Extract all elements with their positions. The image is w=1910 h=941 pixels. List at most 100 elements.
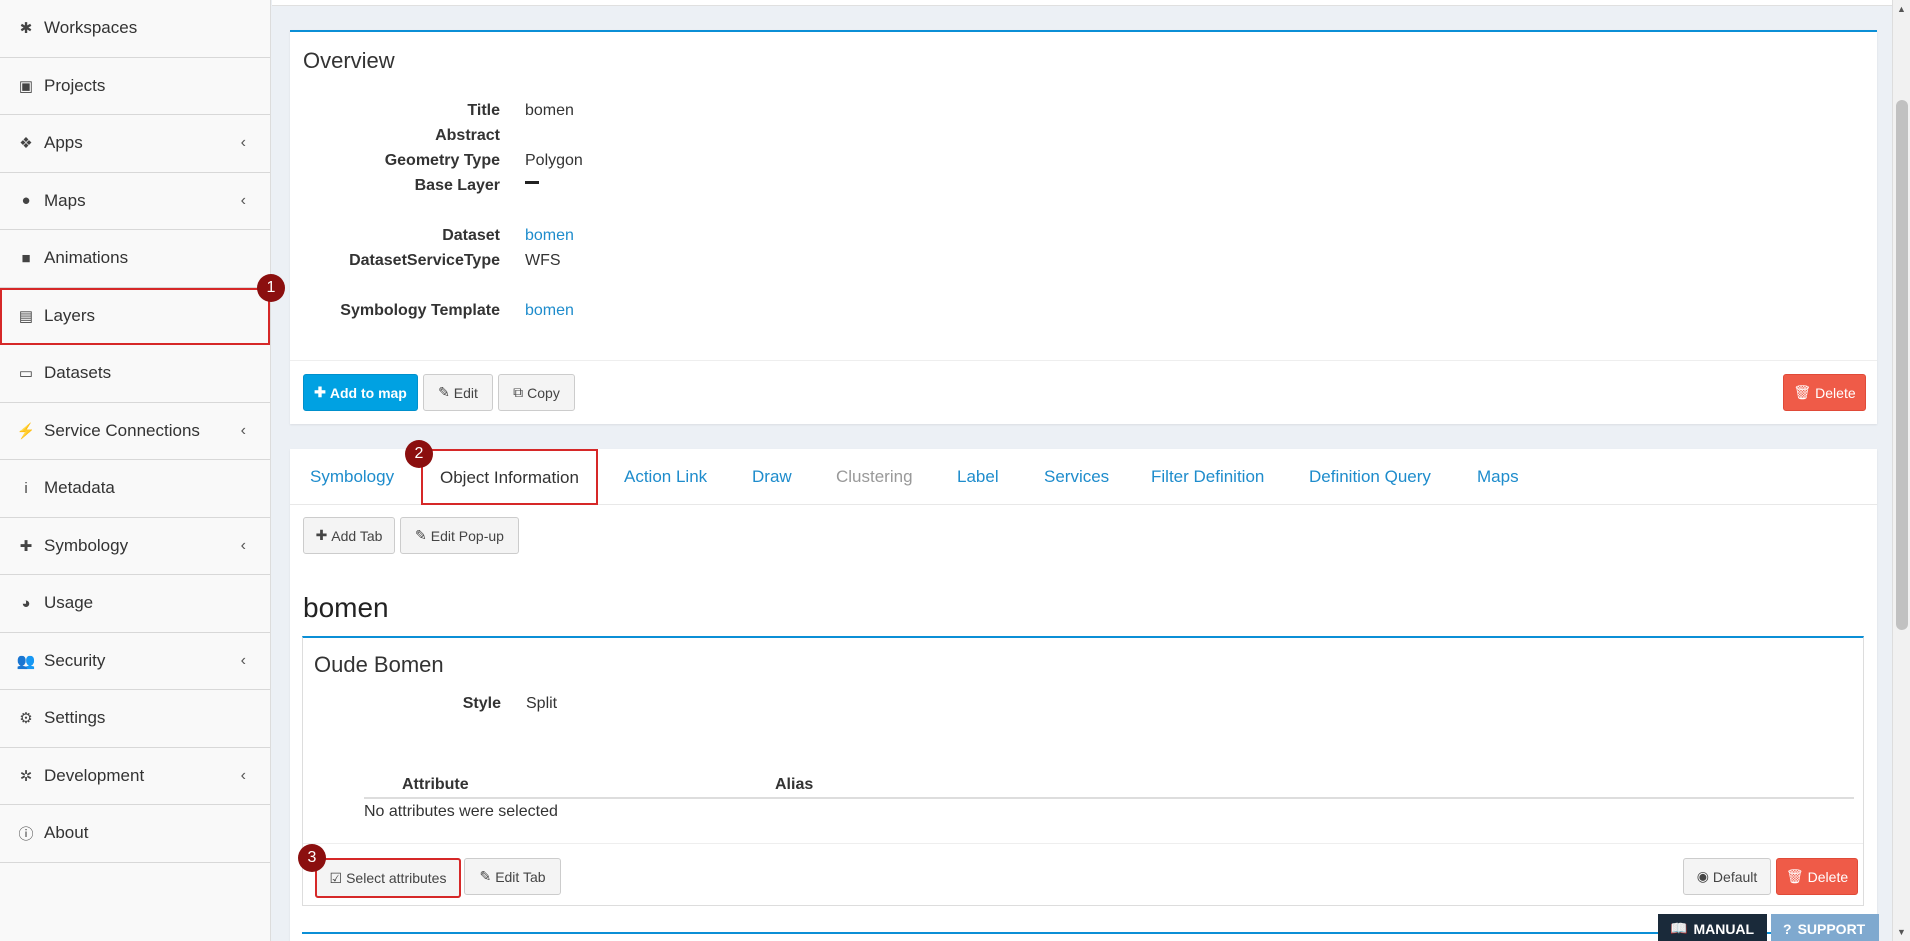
edit-button[interactable]: ✎ Edit — [423, 374, 493, 411]
dot-circle-icon: ◉ — [1696, 868, 1709, 884]
gear-icon: ⚙ — [19, 710, 33, 728]
sidebar-item-development[interactable]: ✲ Development ‹ — [0, 748, 270, 805]
tab-symbology[interactable]: Symbology — [310, 467, 394, 487]
panel-footer: ☑ Select attributes ✎ Edit Tab ◉ Default… — [303, 843, 1863, 907]
scroll-down-icon[interactable]: ▼ — [1897, 927, 1906, 937]
field-dataset-label: Dataset — [442, 227, 500, 244]
sidebar-item-label: Usage — [44, 593, 94, 613]
sidebar-item-symbology[interactable]: ✚ Symbology ‹ — [0, 518, 270, 575]
field-dataset: Dataset bomen — [290, 227, 574, 245]
manual-button[interactable]: 📖 MANUAL — [1658, 914, 1767, 941]
step-badge-3: 3 — [298, 844, 326, 872]
field-title: Title bomen — [290, 102, 574, 120]
check-square-icon: ☑ — [329, 869, 343, 886]
main-content: Overview Title bomen Abstract Geometry T… — [272, 0, 1892, 941]
tab-maps[interactable]: Maps — [1477, 467, 1519, 487]
tab-draw[interactable]: Draw — [752, 467, 792, 487]
sidebar-item-apps[interactable]: ❖ Apps ‹ — [0, 115, 270, 173]
chevron-left-icon: ‹ — [240, 651, 246, 669]
layer-tabs-panel: Symbology Object Information Action Link… — [290, 449, 1877, 941]
tab-definition-query[interactable]: Definition Query — [1309, 467, 1431, 487]
sidebar-item-label: Apps — [44, 133, 83, 153]
edit-popup-label: Edit Pop-up — [430, 527, 504, 544]
field-abstract: Abstract — [290, 127, 525, 145]
step-badge-1: 1 — [257, 274, 285, 302]
trash-icon: 🗑 — [1793, 384, 1812, 400]
edit-popup-button[interactable]: ✎ Edit Pop-up — [400, 517, 519, 554]
support-button[interactable]: ? SUPPORT — [1771, 914, 1879, 941]
field-style-label: Style — [462, 695, 501, 712]
sidebar-item-datasets[interactable]: ▭ Datasets — [0, 345, 270, 403]
sidebar-item-security[interactable]: 👥 Security ‹ — [0, 633, 270, 690]
field-title-value: bomen — [525, 102, 574, 119]
sidebar-item-about[interactable]: ⓘ About — [0, 805, 270, 863]
plus-icon: ✚ — [314, 384, 326, 400]
tab-label[interactable]: Label — [957, 467, 999, 487]
field-style: Style Split — [291, 695, 557, 713]
sidebar-item-label: Security — [44, 650, 106, 670]
scroll-up-icon[interactable]: ▲ — [1897, 4, 1906, 14]
tab-filter-definition[interactable]: Filter Definition — [1151, 467, 1264, 487]
scroll-thumb[interactable] — [1896, 100, 1908, 630]
sidebar-item-workspaces[interactable]: ✱ Workspaces — [0, 0, 270, 58]
field-style-value: Split — [526, 695, 558, 712]
edit-tab-button[interactable]: ✎ Edit Tab — [464, 858, 561, 895]
sidebar-item-settings[interactable]: ⚙ Settings — [0, 690, 270, 748]
edit-label: Edit — [453, 384, 478, 401]
pie-chart-icon: ◕ — [21, 594, 31, 612]
sidebar-item-service-connections[interactable]: ⚡ Service Connections ‹ — [0, 403, 270, 460]
sidebar-item-label: Settings — [44, 708, 106, 728]
field-geometry-label: Geometry Type — [384, 152, 500, 169]
sidebar-item-maps[interactable]: ● Maps ‹ — [0, 173, 270, 230]
chevron-left-icon: ‹ — [240, 766, 246, 784]
field-dst-label: DatasetServiceType — [349, 252, 500, 269]
field-geometry-type: Geometry Type Polygon — [290, 152, 583, 170]
select-attributes-button[interactable]: ☑ Select attributes — [315, 858, 461, 898]
tab-object-information[interactable]: Object Information — [421, 449, 598, 505]
tab-services[interactable]: Services — [1044, 467, 1109, 487]
chevron-left-icon: ‹ — [240, 134, 246, 152]
delete-tab-button[interactable]: 🗑 Delete — [1776, 858, 1858, 895]
sidebar-item-usage[interactable]: ◕ Usage — [0, 575, 270, 633]
minus-icon — [525, 181, 539, 185]
sidebar-item-label: Maps — [44, 190, 86, 210]
manual-label: MANUAL — [1693, 920, 1755, 937]
video-camera-icon: ■ — [21, 249, 31, 267]
copy-button[interactable]: ⧉ Copy — [498, 374, 575, 411]
overview-panel: Overview Title bomen Abstract Geometry T… — [290, 30, 1877, 424]
sidebar-item-animations[interactable]: ■ Animations — [0, 230, 270, 288]
field-title-label: Title — [467, 102, 500, 119]
sidebar-item-label: Metadata — [44, 478, 115, 498]
field-base-layer: Base Layer — [290, 177, 539, 195]
field-abstract-label: Abstract — [435, 127, 500, 144]
select-attributes-label: Select attributes — [346, 870, 447, 886]
sidebar-item-label: About — [44, 823, 89, 843]
sidebar-item-label: Projects — [44, 75, 106, 95]
tab-clustering[interactable]: Clustering — [836, 467, 913, 487]
delete-label: Delete — [1815, 384, 1856, 401]
symbology-template-link[interactable]: bomen — [525, 302, 574, 320]
pencil-square-icon: ✎ — [415, 527, 427, 543]
sidebar-item-label: Symbology — [44, 535, 129, 555]
field-symbology-template: Symbology Template bomen — [290, 302, 574, 320]
briefcase-icon: ▣ — [18, 77, 34, 95]
add-tab-button[interactable]: ✚ Add Tab — [303, 517, 395, 554]
next-panel-edge — [302, 932, 1864, 934]
globe-icon: ● — [21, 192, 31, 210]
sidebar-item-layers[interactable]: ▤ Layers — [0, 287, 270, 345]
tab-action-link[interactable]: Action Link — [624, 467, 707, 487]
add-tab-label: Add Tab — [331, 527, 383, 544]
default-button[interactable]: ◉ Default — [1683, 858, 1771, 895]
add-to-map-button[interactable]: ✚ Add to map — [303, 374, 418, 411]
dataset-link[interactable]: bomen — [525, 227, 574, 245]
delete-layer-button[interactable]: 🗑 Delete — [1783, 374, 1866, 411]
object-info-tab-panel: Oude Bomen Style Split Attribute Alias N… — [302, 636, 1864, 906]
sidebar-item-metadata[interactable]: i Metadata — [0, 460, 270, 518]
field-symbology-label: Symbology Template — [340, 302, 500, 319]
hdd-icon: ▭ — [18, 365, 34, 383]
add-to-map-label: Add to map — [329, 384, 407, 401]
vertical-scrollbar[interactable]: ▲ ▼ — [1892, 0, 1910, 941]
section-title: bomen — [303, 592, 389, 623]
overview-footer: ✚ Add to map ✎ Edit ⧉ Copy 🗑 Delete — [290, 360, 1877, 424]
sidebar-item-projects[interactable]: ▣ Projects — [0, 58, 270, 115]
